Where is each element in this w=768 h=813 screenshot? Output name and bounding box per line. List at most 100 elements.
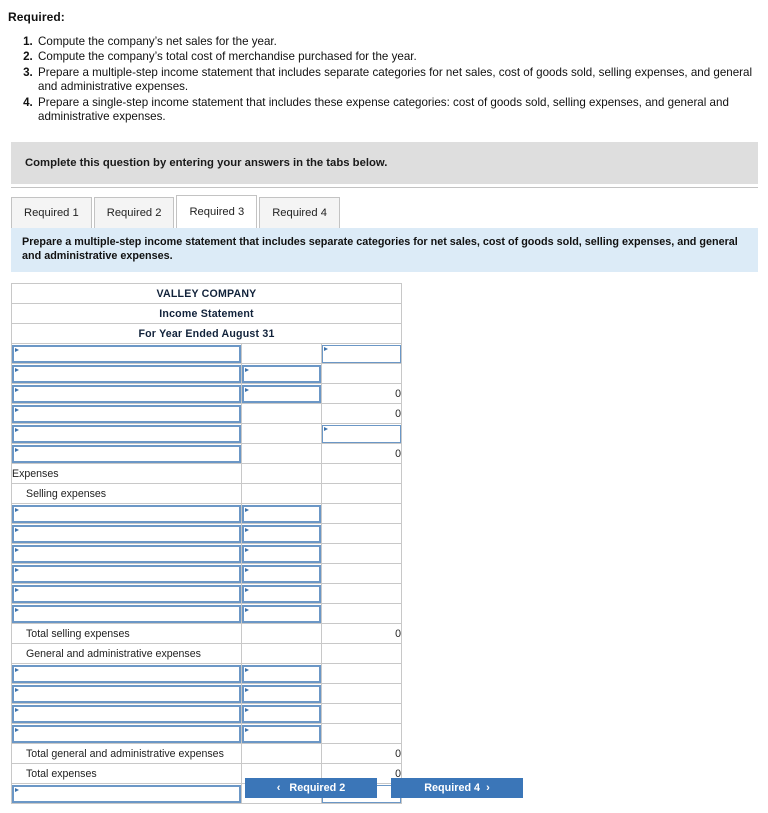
tab-required-4[interactable]: Required 4 [259, 197, 340, 229]
tab-bar: Required 1 Required 2 Required 3 Required 4 [11, 195, 768, 229]
required-list: Compute the company’s net sales for the … [0, 35, 768, 124]
account-name-input[interactable] [12, 584, 241, 603]
tab-required-2[interactable]: Required 2 [93, 197, 175, 229]
amount-input-middle[interactable] [242, 544, 321, 563]
row-label-input-cell[interactable] [11, 603, 242, 625]
amount-input-right[interactable] [322, 424, 401, 443]
row-label-input-cell[interactable] [11, 423, 242, 445]
account-name-input[interactable] [12, 664, 241, 683]
row-amount-input-cell[interactable] [241, 683, 322, 705]
row-amount-input-cell[interactable] [241, 363, 322, 385]
amount-input-middle[interactable] [242, 364, 321, 383]
row-label-input-cell[interactable] [11, 343, 242, 365]
account-name-input[interactable] [12, 724, 241, 743]
account-name-input[interactable] [12, 704, 241, 723]
row-amount-input-cell[interactable] [241, 703, 322, 725]
row-amount-input-cell[interactable] [241, 663, 322, 685]
amount-input-middle[interactable] [242, 684, 321, 703]
instruction-banner-text: Complete this question by entering your … [25, 157, 388, 170]
account-name-input[interactable] [12, 684, 241, 703]
next-required-button[interactable]: Required 4 › [391, 778, 523, 798]
row-label-input-cell[interactable] [11, 543, 242, 565]
row-total-cell [321, 603, 402, 625]
account-name-input[interactable] [12, 344, 241, 363]
row-total-input-cell[interactable] [321, 343, 402, 365]
prev-required-label: Required 2 [289, 782, 346, 794]
row-amount-input-cell[interactable] [241, 603, 322, 625]
row-label-cell: Expenses [11, 463, 242, 485]
tab-bar-underline [11, 187, 758, 188]
row-label-input-cell[interactable] [11, 383, 242, 405]
row-label-input-cell[interactable] [11, 443, 242, 465]
account-name-input[interactable] [12, 504, 241, 523]
row-amount-input-cell[interactable] [241, 543, 322, 565]
amount-input-middle[interactable] [242, 664, 321, 683]
account-name-input[interactable] [12, 524, 241, 543]
account-name-input[interactable] [12, 404, 241, 423]
row-amount-input-cell[interactable] [241, 383, 322, 405]
row-total-cell: 0 [321, 443, 402, 465]
row-total-cell [321, 463, 402, 485]
amount-input-middle[interactable] [242, 504, 321, 523]
worksheet-row: General and administrative expenses [11, 643, 402, 665]
amount-input-middle[interactable] [242, 604, 321, 623]
worksheet-row: Total general and administrative expense… [11, 743, 402, 765]
row-amount-input-cell[interactable] [241, 723, 322, 745]
row-label-input-cell[interactable] [11, 583, 242, 605]
row-total-input-cell[interactable] [321, 423, 402, 445]
account-name-input[interactable] [12, 444, 241, 463]
row-total-cell [321, 563, 402, 585]
amount-input-middle[interactable] [242, 524, 321, 543]
row-label-input-cell[interactable] [11, 363, 242, 385]
amount-input-middle[interactable] [242, 724, 321, 743]
row-total-cell [321, 643, 402, 665]
required-section: Required: Compute the company’s net sale… [0, 10, 768, 124]
row-amount-input-cell[interactable] [241, 563, 322, 585]
row-total-cell [321, 663, 402, 685]
row-label-input-cell[interactable] [11, 503, 242, 525]
amount-input-right[interactable] [322, 344, 401, 363]
amount-input-middle[interactable] [242, 704, 321, 723]
worksheet-row [11, 603, 402, 625]
worksheet-row: Selling expenses [11, 483, 402, 505]
row-label-input-cell[interactable] [11, 683, 242, 705]
amount-input-middle[interactable] [242, 584, 321, 603]
worksheet-row: 0 [11, 443, 402, 465]
tab-required-3[interactable]: Required 3 [176, 195, 258, 229]
worksheet-row [11, 503, 402, 525]
account-name-input[interactable] [12, 564, 241, 583]
row-total-cell [321, 723, 402, 745]
row-label-cell: Total selling expenses [11, 623, 242, 645]
amount-input-middle[interactable] [242, 564, 321, 583]
prev-required-button[interactable]: ‹ Required 2 [245, 778, 377, 798]
account-name-input[interactable] [12, 424, 241, 443]
row-total-cell [321, 703, 402, 725]
statement-period-cell: For Year Ended August 31 [11, 323, 402, 345]
row-amount-cell-middle [241, 643, 322, 665]
account-name-input[interactable] [12, 544, 241, 563]
row-amount-input-cell[interactable] [241, 523, 322, 545]
row-label-input-cell[interactable] [11, 563, 242, 585]
required-item: Compute the company’s net sales for the … [36, 35, 768, 49]
row-label-input-cell[interactable] [11, 523, 242, 545]
row-total-cell [321, 483, 402, 505]
row-label-input-cell[interactable] [11, 703, 242, 725]
worksheet-row [11, 703, 402, 725]
row-amount-cell-middle [241, 443, 322, 465]
amount-input-middle[interactable] [242, 384, 321, 403]
account-name-input[interactable] [12, 604, 241, 623]
row-amount-input-cell[interactable] [241, 503, 322, 525]
row-amount-input-cell[interactable] [241, 583, 322, 605]
row-label-input-cell[interactable] [11, 403, 242, 425]
row-label-input-cell[interactable] [11, 663, 242, 685]
tab-required-1[interactable]: Required 1 [11, 197, 92, 229]
row-label-cell: Selling expenses [11, 483, 242, 505]
account-name-input[interactable] [12, 364, 241, 383]
account-name-input[interactable] [12, 384, 241, 403]
row-total-cell [321, 363, 402, 385]
worksheet-body: 0 0 0 Expenses Selling expenses Total selling… [11, 343, 402, 805]
row-total-cell: 0 [321, 623, 402, 645]
row-label-input-cell[interactable] [11, 723, 242, 745]
company-name-cell: VALLEY COMPANY [11, 283, 402, 305]
row-amount-cell-middle [241, 463, 322, 485]
